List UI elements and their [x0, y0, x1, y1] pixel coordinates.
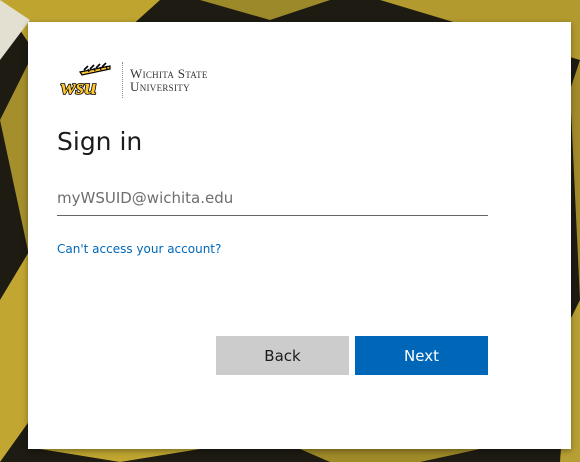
page-title: Sign in	[57, 127, 143, 156]
wsu-logo: wsu Wichita State University	[58, 60, 208, 100]
svg-text:wsu: wsu	[61, 74, 96, 99]
university-name-line2: University	[130, 79, 190, 94]
wsu-shocker-logo-icon: wsu	[60, 62, 111, 100]
next-button[interactable]: Next	[355, 336, 488, 375]
university-wordmark: Wichita State University	[130, 67, 208, 93]
logo-divider	[122, 62, 123, 98]
email-input[interactable]	[57, 181, 488, 216]
back-button[interactable]: Back	[216, 336, 349, 375]
cant-access-account-link[interactable]: Can't access your account?	[57, 242, 221, 256]
